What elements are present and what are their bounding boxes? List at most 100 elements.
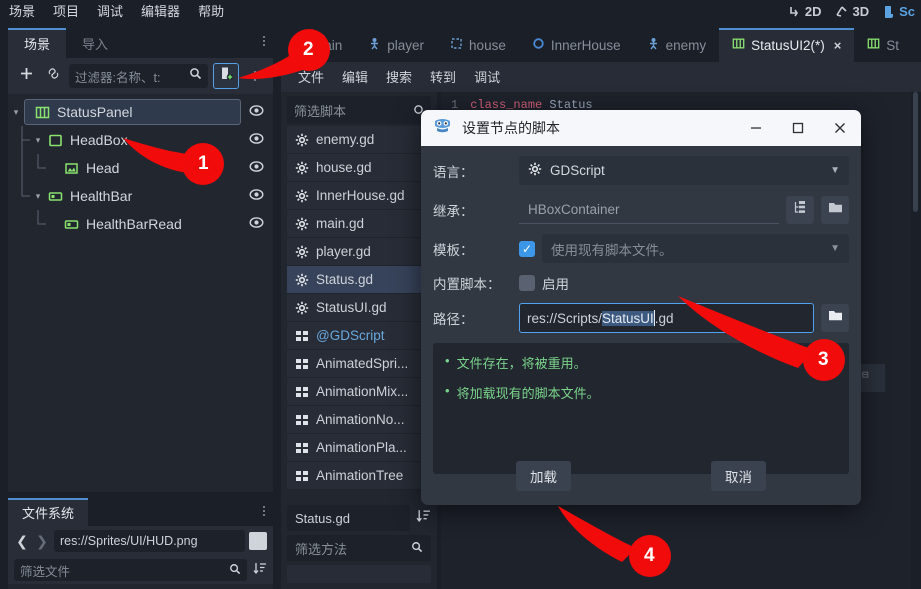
- add-node-button[interactable]: [15, 65, 37, 87]
- script-tab-innerhouse[interactable]: InnerHouse: [518, 28, 634, 62]
- tab-scene[interactable]: 场景: [8, 28, 67, 58]
- script-tab-player[interactable]: player: [355, 28, 438, 62]
- script-tab-st[interactable]: St: [854, 28, 913, 62]
- script-list-item[interactable]: StatusUI.gd: [287, 294, 431, 322]
- path-browse-button[interactable]: [821, 304, 849, 332]
- attach-script-button[interactable]: [213, 63, 239, 89]
- script-list-item[interactable]: AnimationTree: [287, 462, 431, 490]
- script-menu-edit[interactable]: 编辑: [333, 67, 377, 88]
- sort-icon[interactable]: [416, 508, 431, 528]
- view-mode-2d-button[interactable]: 2D: [788, 4, 821, 19]
- dialog-titlebar[interactable]: 设置节点的脚本: [421, 110, 861, 146]
- tree-guide: [14, 210, 30, 238]
- inherits-pick-class-button[interactable]: [786, 195, 814, 224]
- script-list-item[interactable]: AnimatedSpri...: [287, 350, 431, 378]
- scene-filter-input[interactable]: 过滤器:名称、t:: [69, 64, 208, 88]
- script-tab-innerhouse-label: InnerHouse: [550, 37, 621, 53]
- template-select[interactable]: 使用现有脚本文件。 ▼: [542, 234, 849, 263]
- search-icon: [411, 541, 423, 556]
- filesystem-dock-menu-button[interactable]: [263, 506, 265, 516]
- close-icon[interactable]: ×: [834, 38, 842, 53]
- script-list-item[interactable]: house.gd: [287, 154, 431, 182]
- view-mode-3d-button[interactable]: 3D: [835, 4, 869, 19]
- template-checkbox[interactable]: ✓: [519, 240, 535, 257]
- current-script-name[interactable]: Status.gd: [287, 505, 410, 531]
- visibility-toggle-icon[interactable]: [249, 103, 264, 121]
- menu-item-debug[interactable]: 调试: [88, 1, 132, 22]
- visibility-toggle-icon[interactable]: [249, 159, 264, 177]
- filesystem-filter-placeholder: 筛选文件: [20, 564, 71, 579]
- script-list-item-label: main.gd: [316, 216, 365, 231]
- script-list-item[interactable]: player.gd: [287, 238, 431, 266]
- script-list-item[interactable]: Status.gd: [287, 266, 431, 294]
- script-list-item[interactable]: AnimationNo...: [287, 406, 431, 434]
- scene-tree-row-statuspanel[interactable]: ▾ StatusPanel: [8, 98, 273, 126]
- sort-icon[interactable]: [253, 561, 267, 580]
- filesystem-filter-input[interactable]: 筛选文件: [14, 559, 247, 581]
- visibility-toggle-icon[interactable]: [249, 215, 264, 233]
- path-input[interactable]: res://Scripts/StatusUI .gd: [519, 303, 814, 333]
- chevron-down-icon[interactable]: ▾: [8, 107, 24, 118]
- script-list-item[interactable]: AnimationPla...: [287, 434, 431, 462]
- dialog-minimize-button[interactable]: [735, 110, 777, 146]
- menu-item-project[interactable]: 项目: [44, 1, 88, 22]
- gdscript-icon: [295, 245, 309, 259]
- script-list-item-label: InnerHouse.gd: [316, 188, 405, 203]
- chevron-right-icon[interactable]: ❯: [34, 533, 50, 550]
- script-tab-main[interactable]: main: [281, 28, 356, 62]
- tree-guide: [14, 126, 30, 154]
- dialog-inherits-label: 继承：: [433, 203, 474, 219]
- chevron-left-icon[interactable]: ❮: [14, 533, 30, 550]
- search-icon: [229, 563, 241, 578]
- script-tab-statusui2[interactable]: StatusUI2(*) ×: [719, 28, 855, 62]
- script-menu-debug[interactable]: 调试: [465, 67, 509, 88]
- menu-item-help[interactable]: 帮助: [189, 1, 233, 22]
- script-list-item[interactable]: AnimationMix...: [287, 378, 431, 406]
- builtin-checkbox[interactable]: [519, 275, 535, 291]
- cancel-button[interactable]: 取消: [711, 461, 766, 491]
- script-list-item[interactable]: enemy.gd: [287, 126, 431, 154]
- script-list-item[interactable]: InnerHouse.gd: [287, 182, 431, 210]
- script-list-item[interactable]: @GDScript: [287, 322, 431, 350]
- scene-toolbar-more-button[interactable]: [244, 65, 266, 87]
- inherits-browse-button[interactable]: [821, 195, 849, 224]
- instance-scene-button[interactable]: [42, 65, 64, 87]
- scene-dock-tabs: 场景 导入: [8, 28, 273, 58]
- filesystem-path-field[interactable]: res://Sprites/UI/HUD.png: [54, 530, 245, 552]
- scene-dock-menu-button[interactable]: [263, 36, 265, 46]
- script-list-item[interactable]: main.gd: [287, 210, 431, 238]
- method-filter-input[interactable]: 筛选方法: [287, 535, 431, 561]
- script-menu-search[interactable]: 搜索: [377, 67, 421, 88]
- script-filter-input[interactable]: 筛选脚本: [287, 96, 431, 124]
- scene-tree-row-healthbar[interactable]: ▾ HealthBar: [8, 182, 273, 210]
- scene-tree-row-head[interactable]: Head: [8, 154, 273, 182]
- language-select[interactable]: GDScript ▼: [519, 156, 849, 185]
- docs-icon: [295, 469, 309, 483]
- chevron-down-icon[interactable]: ▾: [30, 191, 46, 202]
- scene-tree-row-healthbarread[interactable]: HealthBarRead: [8, 210, 273, 238]
- script-tab-house[interactable]: house: [437, 28, 519, 62]
- script-tab-enemy[interactable]: enemy: [633, 28, 720, 62]
- script-menu-file[interactable]: 文件: [289, 67, 333, 88]
- visibility-toggle-icon[interactable]: [249, 187, 264, 205]
- visibility-toggle-icon[interactable]: [249, 131, 264, 149]
- load-button[interactable]: 加载: [516, 461, 571, 491]
- method-list: [287, 565, 431, 583]
- filesystem-thumbnail[interactable]: [249, 532, 267, 550]
- script-menu-goto[interactable]: 转到: [421, 67, 465, 88]
- inherits-input[interactable]: HBoxContainer: [519, 195, 779, 224]
- menu-item-editor[interactable]: 编辑器: [132, 1, 189, 22]
- tab-filesystem[interactable]: 文件系统: [8, 498, 89, 526]
- code-editor-scrollbar[interactable]: [911, 92, 921, 589]
- view-mode-switcher: 2D 3D Sc: [788, 0, 921, 23]
- tab-import[interactable]: 导入: [66, 28, 125, 58]
- dialog-close-button[interactable]: [819, 110, 861, 146]
- script-list-item-label: enemy.gd: [316, 132, 375, 147]
- view-mode-script-button[interactable]: Sc: [883, 4, 915, 19]
- chevron-down-icon[interactable]: ▾: [30, 135, 46, 146]
- scene-filter-placeholder: 过滤器:名称、t:: [75, 70, 161, 85]
- hboxcontainer-icon: [867, 37, 880, 53]
- menu-item-scene[interactable]: 场景: [0, 1, 44, 22]
- dialog-maximize-button[interactable]: [777, 110, 819, 146]
- scene-tree-row-headbox[interactable]: ▾ HeadBox: [8, 126, 273, 154]
